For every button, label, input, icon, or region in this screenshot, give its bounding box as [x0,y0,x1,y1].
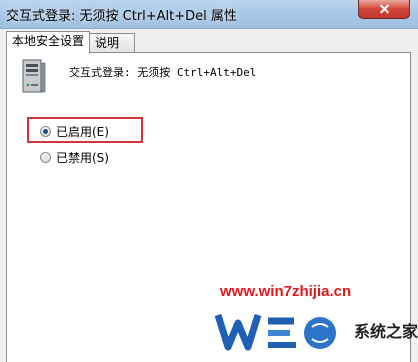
disabled-label[interactable]: 已禁用(S) [56,150,109,166]
tab-panel [6,52,411,362]
close-button[interactable] [358,0,410,19]
tab-local-security-setting[interactable]: 本地安全设置 [6,31,90,54]
disabled-radio[interactable] [40,152,51,163]
enabled-label[interactable]: 已启用(E) [56,124,109,140]
tab-explain[interactable]: 说明 [89,33,135,52]
policy-name: 交互式登录: 无须按 Ctrl+Alt+Del [69,66,257,79]
enabled-radio[interactable] [40,126,51,137]
title-bar: 交互式登录: 无须按 Ctrl+Alt+Del 属性 [0,0,418,29]
window-title: 交互式登录: 无须按 Ctrl+Alt+Del 属性 [6,9,237,24]
server-icon [22,59,46,93]
